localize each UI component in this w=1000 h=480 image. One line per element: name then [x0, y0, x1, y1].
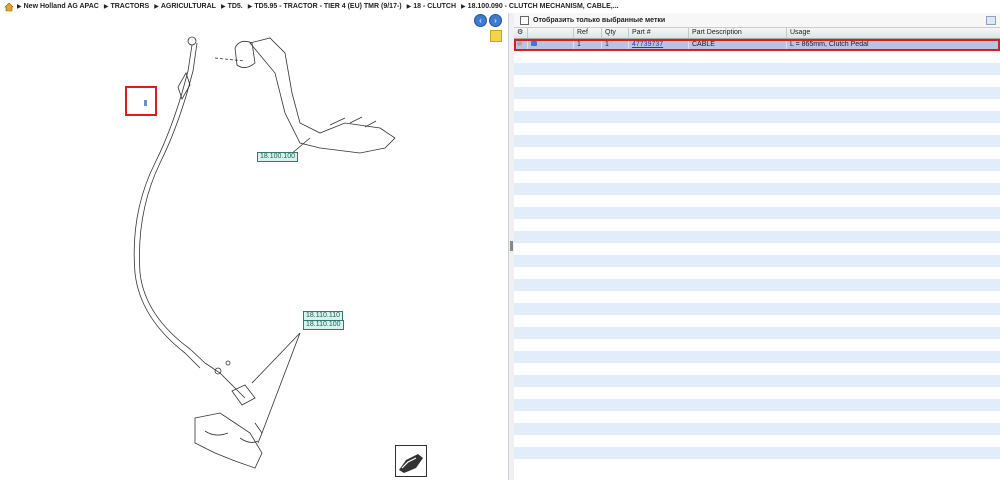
callout-18-110-100[interactable]: 18.110.100: [303, 320, 344, 330]
breadcrumb-arrow-icon: ▶: [247, 4, 253, 10]
empty-row: [514, 267, 1000, 279]
breadcrumb-item[interactable]: TD5.95 - TRACTOR - TIER 4 (EU) TMR (9/17…: [254, 3, 401, 10]
empty-row: [514, 435, 1000, 447]
empty-row: [514, 75, 1000, 87]
empty-row: [514, 411, 1000, 423]
highlight-marker: [144, 100, 147, 106]
breadcrumb-arrow-icon: ▶: [461, 4, 466, 10]
breadcrumb-item[interactable]: 18 - CLUTCH: [413, 3, 456, 10]
empty-row: [514, 219, 1000, 231]
breadcrumb-item-current: 18.100.090 - CLUTCH MECHANISM, CABLE,...: [467, 3, 619, 10]
column-header-usage[interactable]: Usage: [787, 28, 998, 38]
breadcrumb-arrow-icon: ▶: [17, 4, 22, 10]
empty-row: [514, 399, 1000, 411]
filter-bar: Отобразить только выбранные метки: [514, 13, 1000, 28]
empty-row: [514, 351, 1000, 363]
cell-usage: L = 865mm, Clutch Pedal: [787, 39, 999, 51]
part-number-link[interactable]: 47739737: [632, 41, 663, 48]
diagram-thumbnail[interactable]: [395, 445, 427, 477]
empty-row: [514, 447, 1000, 459]
empty-row: [514, 291, 1000, 303]
empty-row: [514, 87, 1000, 99]
highlight-box: [125, 86, 157, 116]
row-select-icon[interactable]: [514, 39, 528, 51]
cell-description: CABLE: [689, 39, 787, 51]
empty-row: [514, 255, 1000, 267]
breadcrumb-arrow-icon: ▶: [406, 4, 412, 10]
column-header-part[interactable]: Part #: [629, 28, 689, 38]
breadcrumb: ▶ New Holland AG APAC ▶ TRACTORS ▶ AGRIC…: [0, 0, 1000, 13]
splitter-grip-icon[interactable]: [510, 241, 513, 251]
settings-icon[interactable]: ⚙: [514, 28, 528, 38]
empty-row: [514, 63, 1000, 75]
column-header-ref[interactable]: Ref: [574, 28, 602, 38]
empty-row: [514, 327, 1000, 339]
column-header-description[interactable]: Part Description: [689, 28, 787, 38]
note-icon[interactable]: [490, 30, 502, 42]
empty-row: [514, 183, 1000, 195]
empty-row: [514, 363, 1000, 375]
empty-row: [514, 99, 1000, 111]
diagram-pane: 18.100.100 18.110.110 18.110.100 ‹ ›: [0, 13, 508, 480]
diagram-toolbar: ‹ ›: [474, 14, 502, 27]
empty-row: [514, 147, 1000, 159]
home-icon[interactable]: [4, 2, 14, 12]
icon-column-header: [528, 28, 574, 38]
breadcrumb-item[interactable]: AGRICULTURAL: [161, 3, 216, 10]
previous-icon[interactable]: ‹: [474, 14, 487, 27]
empty-row: [514, 171, 1000, 183]
breadcrumb-item[interactable]: TD5.: [228, 3, 243, 10]
breadcrumb-arrow-icon: ▶: [220, 4, 226, 10]
empty-row: [514, 207, 1000, 219]
breadcrumb-arrow-icon: ▶: [154, 4, 159, 10]
parts-panel: Отобразить только выбранные метки ⚙ Ref …: [514, 13, 1000, 480]
breadcrumb-item[interactable]: TRACTORS: [110, 3, 149, 10]
empty-row: [514, 423, 1000, 435]
empty-row: [514, 123, 1000, 135]
cell-part-link[interactable]: 47739737: [629, 39, 689, 51]
filter-icon[interactable]: [986, 15, 996, 25]
breadcrumb-arrow-icon: ▶: [103, 4, 109, 10]
empty-row: [514, 135, 1000, 147]
cell-qty: 1: [602, 39, 629, 51]
breadcrumb-item[interactable]: New Holland AG APAC: [24, 3, 99, 10]
empty-row: [514, 375, 1000, 387]
cell-ref: 1: [574, 39, 602, 51]
empty-row: [514, 279, 1000, 291]
empty-row: [514, 243, 1000, 255]
parts-table-header: ⚙ Ref Qty Part # Part Description Usage: [514, 28, 1000, 39]
empty-row: [514, 231, 1000, 243]
empty-row: [514, 339, 1000, 351]
empty-row: [514, 303, 1000, 315]
next-icon[interactable]: ›: [489, 14, 502, 27]
callout-18-100-100[interactable]: 18.100.100: [257, 152, 299, 162]
empty-row: [514, 111, 1000, 123]
empty-row: [514, 315, 1000, 327]
tractor-part-icon: [399, 454, 423, 473]
show-selected-checkbox[interactable]: [520, 15, 529, 25]
empty-row: [514, 159, 1000, 171]
empty-row: [514, 51, 1000, 63]
show-selected-label: Отобразить только выбранные метки: [533, 16, 666, 24]
column-header-qty[interactable]: Qty: [602, 28, 629, 38]
empty-row: [514, 387, 1000, 399]
empty-row: [514, 459, 1000, 471]
table-row[interactable]: 1 1 47739737 CABLE L = 865mm, Clutch Ped…: [514, 39, 1000, 51]
parts-table-body: 1 1 47739737 CABLE L = 865mm, Clutch Ped…: [514, 39, 1000, 471]
exploded-diagram[interactable]: [0, 13, 508, 480]
add-to-cart-icon[interactable]: [528, 39, 574, 51]
empty-row: [514, 195, 1000, 207]
